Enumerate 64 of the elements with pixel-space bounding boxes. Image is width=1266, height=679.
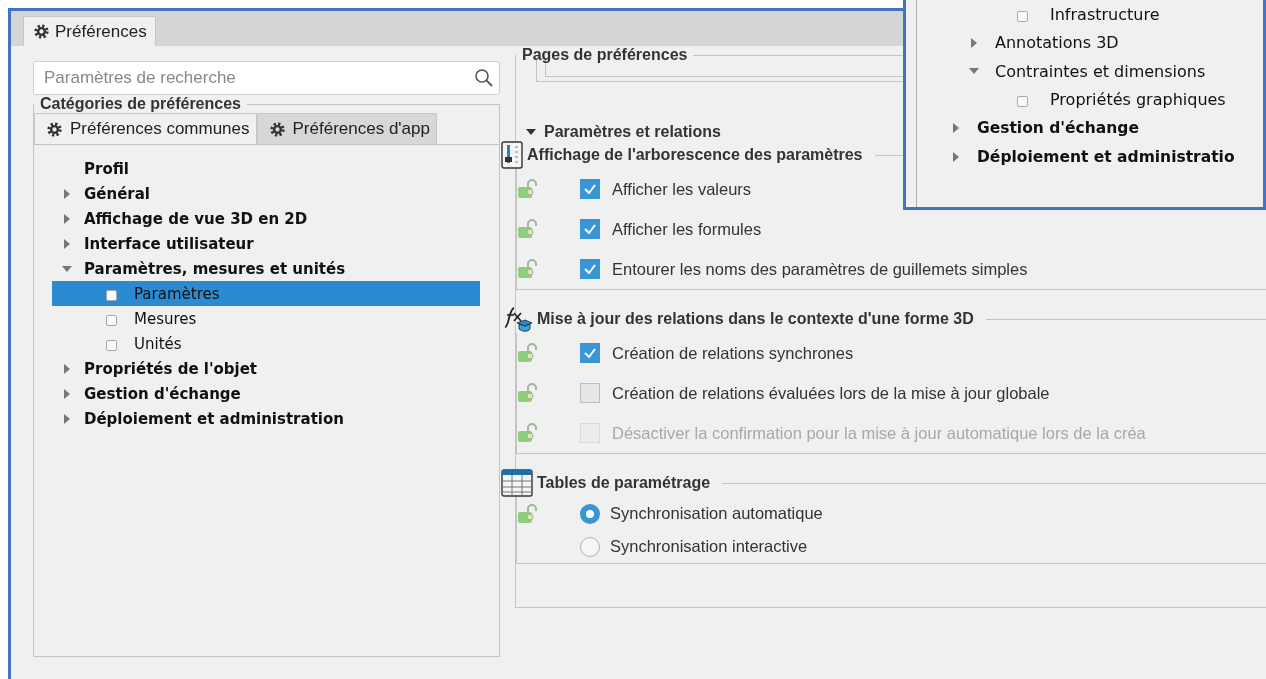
radio-button[interactable] — [580, 536, 600, 557]
tree-item[interactable]: Contraintes et dimensions — [917, 57, 1263, 86]
group-title: Mise à jour des relations dans le contexte d'une forme 3D — [536, 310, 975, 328]
checkbox[interactable] — [580, 343, 600, 363]
expand-arrow-icon[interactable] — [62, 388, 72, 399]
tree-item[interactable]: Propriétés graphiques — [917, 85, 1263, 114]
expand-arrow-icon[interactable] — [951, 151, 961, 162]
search-icon[interactable] — [474, 68, 494, 88]
tree-item[interactable]: Profil — [52, 156, 480, 181]
option-label: Désactiver la confirmation pour la mise à jour automatique lors de la créa — [612, 423, 1146, 443]
gear-icon — [47, 121, 62, 137]
checkbox[interactable] — [580, 219, 600, 239]
tree-item[interactable]: Paramètres, mesures et unités — [52, 256, 480, 281]
tree-item[interactable]: Unités — [52, 331, 480, 356]
radio-button[interactable] — [580, 503, 600, 524]
checkbox[interactable] — [580, 259, 600, 279]
table-icon — [501, 469, 533, 497]
expand-arrow-icon[interactable] — [62, 413, 72, 424]
preferences-tab[interactable]: Préférences — [23, 16, 156, 46]
tree-item[interactable]: Gestion d'échange — [52, 381, 480, 406]
group-title: Pages de préférences — [521, 46, 689, 64]
tree-item[interactable]: Paramètres — [52, 281, 480, 306]
collapse-arrow-icon[interactable] — [62, 263, 72, 274]
tree-item[interactable]: Gestion d'échange — [917, 114, 1263, 143]
group-title: Catégories de préférences — [39, 95, 242, 113]
page-icon — [1017, 96, 1028, 108]
expand-arrow-icon[interactable] — [951, 123, 961, 134]
group-title: Tables de paramétrage — [536, 474, 712, 492]
tree-item[interactable]: Annotations 3D — [917, 28, 1263, 57]
tree-item[interactable]: Interface utilisateur — [52, 231, 480, 256]
page-icon — [1017, 10, 1028, 22]
tree-item[interactable]: Déploiement et administratio — [917, 142, 1263, 171]
gear-icon — [34, 24, 49, 39]
option-label: Création de relations synchrones — [612, 343, 854, 363]
tree-item[interactable]: Propriétés de l'objet — [52, 356, 480, 381]
group-title: Affichage de l'arborescence des paramètres — [526, 146, 864, 164]
tree-item[interactable]: Infrastructure — [917, 0, 1263, 29]
slider-icon — [501, 141, 523, 169]
search-field[interactable]: Paramètres de recherche — [33, 61, 500, 95]
checkbox[interactable] — [580, 383, 600, 403]
section-header[interactable]: Paramètres et relations — [526, 123, 721, 141]
option-label: Afficher les formules — [612, 219, 762, 239]
collapse-arrow-icon — [526, 127, 536, 137]
tree-item[interactable]: Mesures — [52, 306, 480, 331]
tree-item[interactable]: Général — [52, 181, 480, 206]
checkbox[interactable] — [580, 179, 600, 199]
tree-item[interactable]: Affichage de vue 3D en 2D — [52, 206, 480, 231]
option-label: Afficher les valeurs — [612, 179, 752, 199]
tree-item[interactable]: Déploiement et administration — [52, 406, 480, 431]
category-tab[interactable]: Préférences d'app — [256, 113, 437, 144]
option-label: Synchronisation interactive — [610, 537, 808, 556]
category-tab[interactable]: Préférences communes — [34, 113, 257, 144]
page-icon — [106, 290, 117, 301]
page-icon — [106, 340, 117, 351]
expand-arrow-icon[interactable] — [62, 213, 72, 224]
option-label: Entourer les noms des paramètres de guillemets simples — [612, 259, 1028, 279]
gear-icon — [269, 121, 285, 137]
option-label: Synchronisation automatique — [610, 504, 823, 523]
expand-arrow-icon[interactable] — [62, 238, 72, 249]
expand-arrow-icon[interactable] — [62, 363, 72, 374]
option-label: Création de relations évaluées lors de la mise à jour globale — [612, 383, 1050, 403]
page-icon — [106, 315, 117, 326]
expand-arrow-icon[interactable] — [969, 37, 979, 48]
expand-arrow-icon[interactable] — [62, 188, 72, 199]
